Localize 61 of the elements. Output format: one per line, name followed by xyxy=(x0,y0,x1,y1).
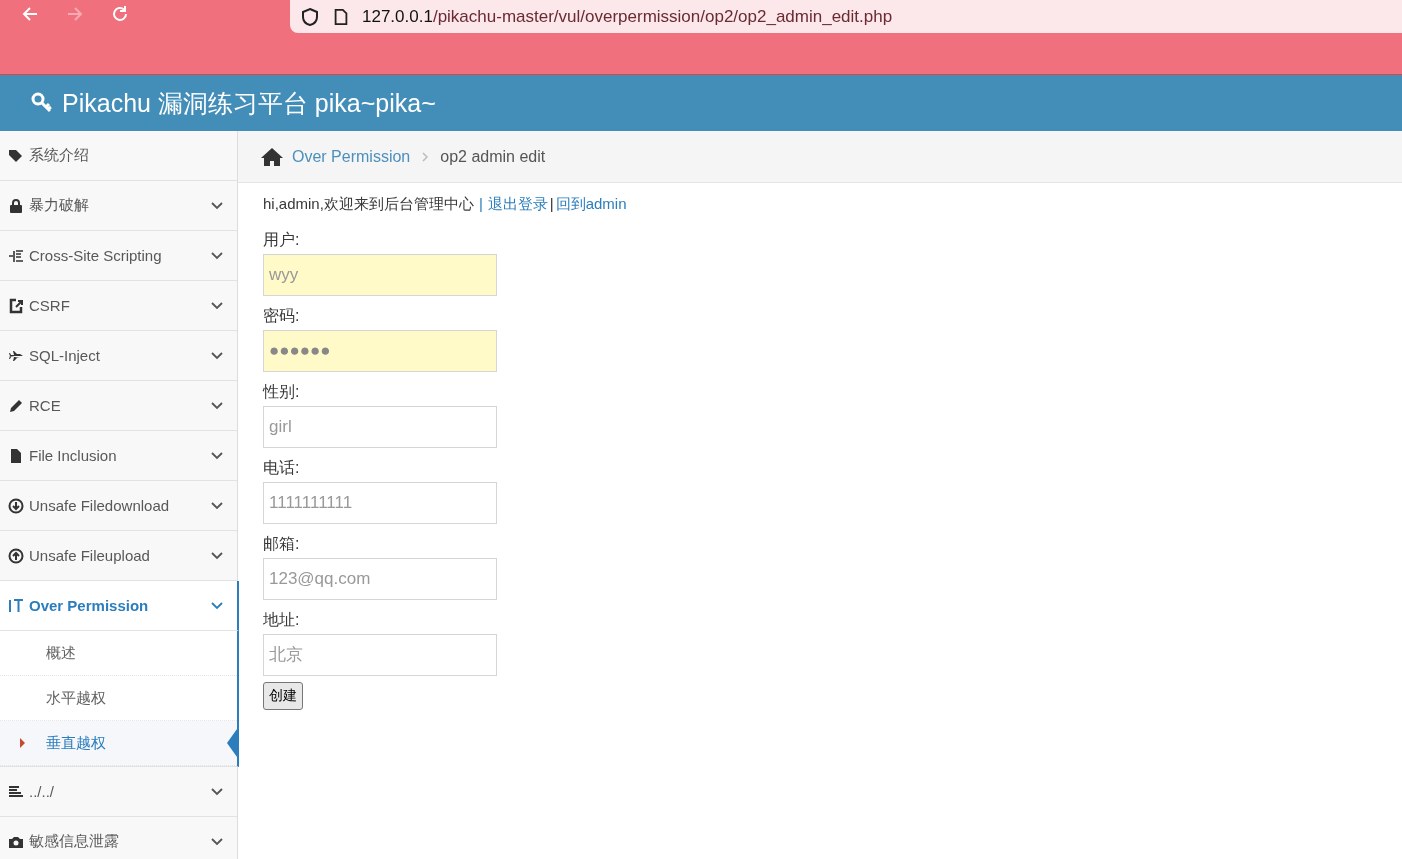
shield-icon xyxy=(300,6,320,27)
breadcrumb-current: op2 admin edit xyxy=(440,147,546,166)
app-title: Pikachu 漏洞练习平台 pika~pika~ xyxy=(62,87,436,119)
caret-icon xyxy=(20,738,25,748)
chevron-down-icon xyxy=(211,351,223,360)
indent-icon xyxy=(8,247,24,264)
input-field[interactable]: girl xyxy=(263,406,497,448)
sidebar-menu-item[interactable]: Unsafe Filedownload xyxy=(0,481,237,531)
address-bar[interactable]: 127.0.0.1/pikachu-master/vul/overpermission/op2/op2_admin_edit.php xyxy=(290,0,1402,33)
input-field[interactable]: 1111111111 xyxy=(263,482,497,524)
field-label: 邮箱: xyxy=(263,534,301,554)
chevron-down-icon xyxy=(211,551,223,560)
chevron-down-icon xyxy=(211,837,223,846)
sidebar-menu-item[interactable]: CSRF xyxy=(0,281,237,331)
submenu-item[interactable]: 概述 xyxy=(0,631,237,676)
lock-icon xyxy=(8,197,24,214)
chevron-down-icon xyxy=(211,501,223,510)
separator: | xyxy=(549,195,554,214)
chevron-down-icon xyxy=(211,787,223,796)
field-label: 密码: xyxy=(263,306,301,326)
chevron-down-icon xyxy=(211,251,223,260)
sidebar-menu-item[interactable]: RCE xyxy=(0,381,237,431)
home-icon xyxy=(260,146,284,167)
chevron-right-icon xyxy=(422,151,429,162)
input-field[interactable]: 123@qq.com xyxy=(263,558,497,600)
create-button[interactable]: 创建 xyxy=(263,682,303,710)
field-label: 用户: xyxy=(263,230,301,250)
down-icon xyxy=(8,497,24,514)
sidebar-menu-item[interactable]: Over Permission xyxy=(0,581,239,631)
field-label: 性别: xyxy=(263,382,301,402)
share-icon xyxy=(8,297,24,314)
up-icon xyxy=(8,547,24,564)
bars-icon xyxy=(8,783,24,800)
input-field[interactable]: wyy xyxy=(263,254,497,296)
sidebar-menu-item[interactable]: ../../ xyxy=(0,767,237,817)
field-label: 电话: xyxy=(263,458,301,478)
file-icon xyxy=(8,447,24,464)
input-field[interactable]: 北京 xyxy=(263,634,497,676)
pencil-icon xyxy=(8,397,24,414)
tags-icon xyxy=(8,147,24,164)
chevron-down-icon xyxy=(211,401,223,410)
reload-icon[interactable] xyxy=(110,4,130,24)
chevron-down-icon xyxy=(211,201,223,210)
logout-link[interactable]: 退出登录 xyxy=(487,195,548,214)
sidebar-menu-item[interactable]: Cross-Site Scripting xyxy=(0,231,237,281)
chevron-down-icon xyxy=(211,451,223,460)
back-to-admin-link[interactable]: 回到admin xyxy=(555,195,627,214)
sidebar-menu-item[interactable]: SQL-Inject xyxy=(0,331,237,381)
sidebar-menu-item[interactable]: 系统介绍 xyxy=(0,131,237,181)
sidebar-menu-item[interactable]: 敏感信息泄露 xyxy=(0,817,237,859)
welcome-text: hi,admin,欢迎来到后台管理中心 xyxy=(263,195,474,214)
sidebar-menu-item[interactable]: File Inclusion xyxy=(0,431,237,481)
submenu-item[interactable]: 垂直越权 xyxy=(0,721,237,766)
field-label: 地址: xyxy=(263,610,301,630)
sidebar-menu-item[interactable]: 暴力破解 xyxy=(0,181,237,231)
chevron-down-icon xyxy=(211,301,223,310)
textheight-icon xyxy=(8,597,24,614)
key-icon xyxy=(30,91,54,115)
separator: | xyxy=(478,195,483,214)
page-icon xyxy=(332,6,350,27)
chevron-down-icon xyxy=(211,601,223,610)
